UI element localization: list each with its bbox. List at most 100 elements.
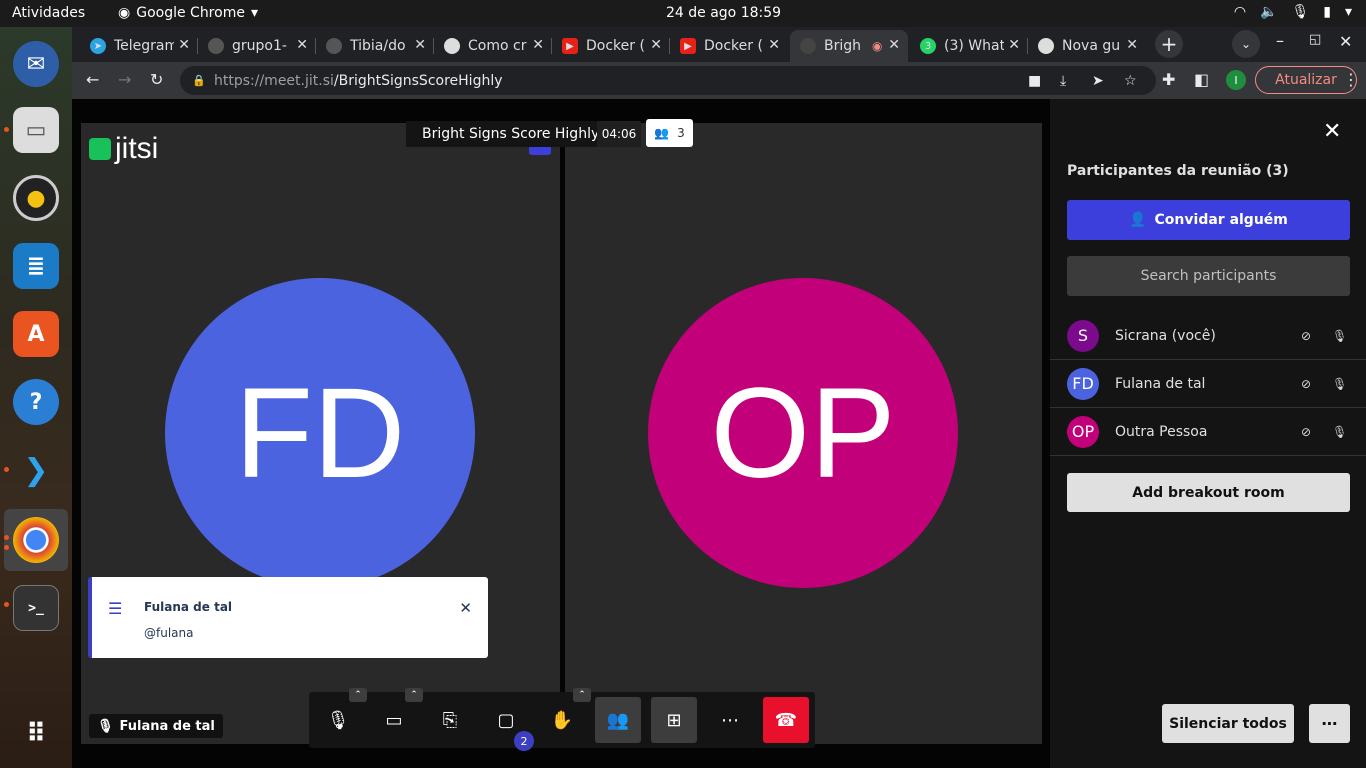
- camera-off-icon: ⊘: [1301, 424, 1312, 439]
- chevron-down-icon: ▾: [1344, 4, 1352, 20]
- camera-options-caret[interactable]: ⌃: [405, 688, 423, 702]
- participant-row[interactable]: S Sicrana (você) ⊘ 🎙: [1050, 312, 1366, 360]
- mic-options-caret[interactable]: ⌃: [349, 688, 367, 702]
- thunderbird-icon[interactable]: ✉: [13, 41, 59, 87]
- tab-web[interactable]: Como cr ✕: [434, 30, 552, 62]
- tab-youtube-1[interactable]: ▶ Docker (✕: [552, 30, 670, 62]
- reload-button[interactable]: ↻: [150, 70, 163, 89]
- close-icon[interactable]: ✕: [459, 599, 472, 617]
- tab-github-1[interactable]: grupo1- ✕: [198, 30, 316, 62]
- search-participants-input[interactable]: [1067, 256, 1350, 296]
- close-icon[interactable]: ✕: [768, 37, 780, 53]
- mic-muted-icon: 🎙: [97, 718, 114, 734]
- running-indicator: [4, 467, 9, 472]
- send-icon[interactable]: ➤: [1092, 73, 1104, 89]
- tab-search-button[interactable]: ⌄: [1232, 30, 1260, 58]
- software-center-icon[interactable]: A: [13, 311, 59, 357]
- speaker-name-badge: 🎙 Fulana de tal: [89, 714, 223, 738]
- close-icon[interactable]: ✕: [532, 37, 544, 53]
- tab-whatsapp[interactable]: 3 (3) What ✕: [910, 30, 1028, 62]
- close-icon[interactable]: ✕: [296, 37, 308, 53]
- tile-view-button[interactable]: ⊞: [651, 697, 697, 743]
- maximize-button[interactable]: ◱: [1309, 32, 1321, 47]
- new-tab-button[interactable]: +: [1155, 30, 1183, 58]
- participants-button[interactable]: 👥: [595, 697, 641, 743]
- close-icon[interactable]: ✕: [1323, 119, 1341, 144]
- vscode-icon[interactable]: ❯: [13, 447, 59, 493]
- star-icon[interactable]: ☆: [1124, 73, 1137, 89]
- extensions-icon[interactable]: ✚: [1162, 70, 1175, 89]
- tab-jitsi-active[interactable]: Brigh ◉ ✕: [790, 30, 908, 62]
- reactions-caret[interactable]: ⌃: [573, 688, 591, 702]
- meeting-toolbar: 🎙 ⌃ ▭ ⌃ ⎘ ▢ 2 ✋ ⌃ 👥 ⊞ ⋯ ☎: [309, 688, 815, 751]
- terminal-icon[interactable]: >_: [13, 585, 59, 631]
- install-icon[interactable]: ⤓: [1060, 73, 1066, 89]
- add-breakout-room-button[interactable]: Add breakout room: [1067, 473, 1350, 512]
- mic-off-icon: 🎙: [1332, 328, 1348, 343]
- profile-avatar[interactable]: I: [1226, 70, 1246, 90]
- participants-icon: 👥: [654, 126, 670, 140]
- jitsi-logo: jitsi: [89, 132, 158, 166]
- app-menu[interactable]: ◉ Google Chrome ▾: [118, 5, 258, 21]
- close-icon[interactable]: ✕: [1008, 37, 1020, 53]
- github-icon: [208, 38, 224, 54]
- camera-icon[interactable]: ■: [1028, 73, 1041, 89]
- system-tray[interactable]: ◠ 🔈 🎙 ▮ ▾: [1234, 4, 1352, 20]
- participant-count-button[interactable]: 👥 3: [646, 119, 693, 147]
- close-icon[interactable]: ✕: [1126, 37, 1138, 53]
- forward-button[interactable]: →: [118, 70, 131, 89]
- back-button[interactable]: ←: [86, 70, 99, 89]
- video-tile-outra[interactable]: OP: [565, 123, 1042, 744]
- tab-title: Nova gu: [1062, 38, 1121, 54]
- participant-row[interactable]: OP Outra Pessoa ⊘ 🎙: [1050, 408, 1366, 456]
- url-path: /BrightSignsScoreHighly: [333, 72, 503, 89]
- participant-row[interactable]: FD Fulana de tal ⊘ 🎙: [1050, 360, 1366, 408]
- chrome-icon[interactable]: [13, 517, 59, 563]
- close-icon[interactable]: ✕: [178, 37, 190, 53]
- tab-title: (3) What: [944, 38, 1004, 54]
- window-close-button[interactable]: ✕: [1339, 32, 1352, 51]
- hangup-button[interactable]: ☎: [763, 697, 809, 743]
- mute-all-button[interactable]: Silenciar todos: [1162, 704, 1294, 743]
- microphone-button[interactable]: 🎙: [315, 697, 361, 743]
- close-icon[interactable]: ✕: [888, 37, 900, 53]
- running-indicator: [4, 602, 9, 607]
- tab-new[interactable]: Nova gu ✕: [1028, 30, 1146, 62]
- more-options-button[interactable]: ⋯: [1309, 704, 1350, 743]
- battery-icon: ▮: [1323, 4, 1331, 20]
- telegram-icon: ➤: [90, 38, 106, 54]
- screen-share-button[interactable]: ⎘: [427, 697, 473, 743]
- update-button[interactable]: Atualizar: [1255, 66, 1357, 94]
- tab-youtube-2[interactable]: ▶ Docker (✕: [670, 30, 788, 62]
- writer-icon[interactable]: ≣: [13, 243, 59, 289]
- chrome-icon: [1038, 38, 1054, 54]
- menu-icon[interactable]: ⋮: [1343, 70, 1359, 89]
- clock[interactable]: 24 de ago 18:59: [666, 5, 781, 21]
- meeting-title: Bright Signs Score Highly: [406, 121, 616, 147]
- side-panel-icon[interactable]: ◧: [1194, 70, 1209, 89]
- invite-button[interactable]: 👤 Convidar alguém: [1067, 200, 1350, 240]
- tab-title: Tibia/do: [350, 38, 406, 54]
- rhythmbox-icon[interactable]: ●: [13, 175, 59, 221]
- participant-name: Outra Pessoa: [1115, 423, 1208, 440]
- camera-button[interactable]: ▭: [371, 697, 417, 743]
- close-icon[interactable]: ✕: [650, 37, 662, 53]
- tab-github-2[interactable]: Tibia/do ✕: [316, 30, 434, 62]
- running-indicator: [4, 545, 9, 550]
- tab-title: grupo1-: [232, 38, 287, 54]
- youtube-icon: ▶: [562, 38, 578, 54]
- mic-off-icon: 🎙: [1332, 424, 1348, 439]
- help-icon[interactable]: ?: [13, 379, 59, 425]
- files-icon[interactable]: ▭: [13, 107, 59, 153]
- close-icon[interactable]: ✕: [414, 37, 426, 53]
- activities-button[interactable]: Atividades: [12, 5, 85, 21]
- tab-telegram[interactable]: ➤ Telegram ✕: [80, 30, 198, 62]
- raise-hand-button[interactable]: ✋: [539, 697, 585, 743]
- minimize-button[interactable]: –: [1276, 31, 1284, 50]
- address-bar[interactable]: 🔒 https://meet.jit.si/BrightSignsScoreHi…: [180, 66, 1156, 95]
- signal-icon: [89, 138, 111, 160]
- show-apps-icon[interactable]: ⠿: [13, 711, 59, 757]
- avatar: OP: [1067, 415, 1099, 448]
- avatar: FD: [1067, 367, 1099, 400]
- more-actions-button[interactable]: ⋯: [707, 697, 753, 743]
